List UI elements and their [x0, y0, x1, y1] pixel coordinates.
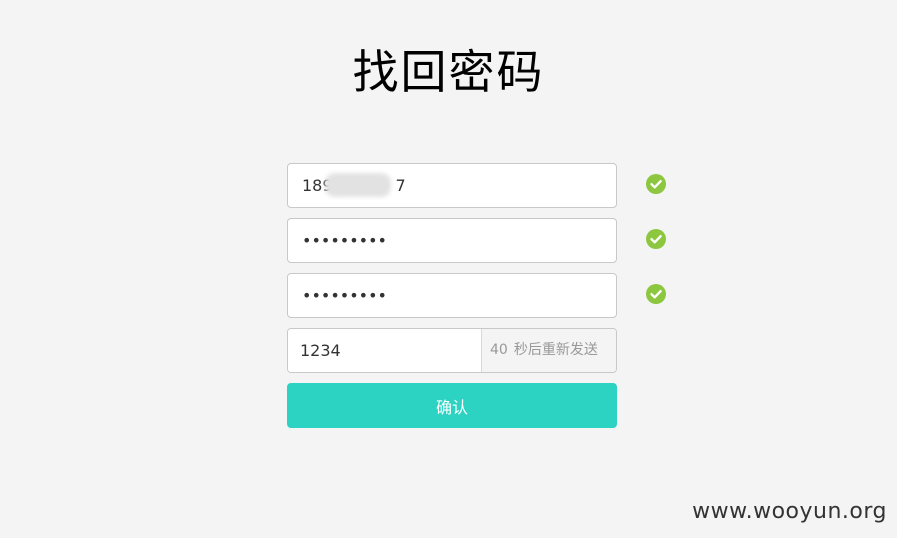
- resend-code-button[interactable]: 40 秒后重新发送: [481, 329, 616, 372]
- page-title: 找回密码: [352, 45, 545, 99]
- confirm-password-valid-check-icon: [646, 284, 666, 304]
- confirm-password-input[interactable]: [287, 273, 617, 318]
- phone-valid-check-icon: [646, 174, 666, 194]
- password-input[interactable]: [287, 218, 617, 263]
- watermark: www.wooyun.org: [692, 499, 887, 524]
- confirm-button[interactable]: 确认: [287, 383, 617, 428]
- confirm-password-row: [287, 273, 617, 318]
- resend-countdown: 40: [490, 342, 508, 358]
- phone-prefix: 189: [302, 176, 333, 195]
- phone-input[interactable]: 189 7: [287, 163, 617, 208]
- password-row: [287, 218, 617, 263]
- resend-label: 秒后重新发送: [513, 342, 598, 358]
- phone-row: 189 7: [287, 163, 617, 208]
- verification-code-input[interactable]: [288, 329, 481, 372]
- phone-suffix: 7: [395, 176, 406, 195]
- verification-code-row: 40 秒后重新发送: [287, 328, 617, 373]
- password-valid-check-icon: [646, 229, 666, 249]
